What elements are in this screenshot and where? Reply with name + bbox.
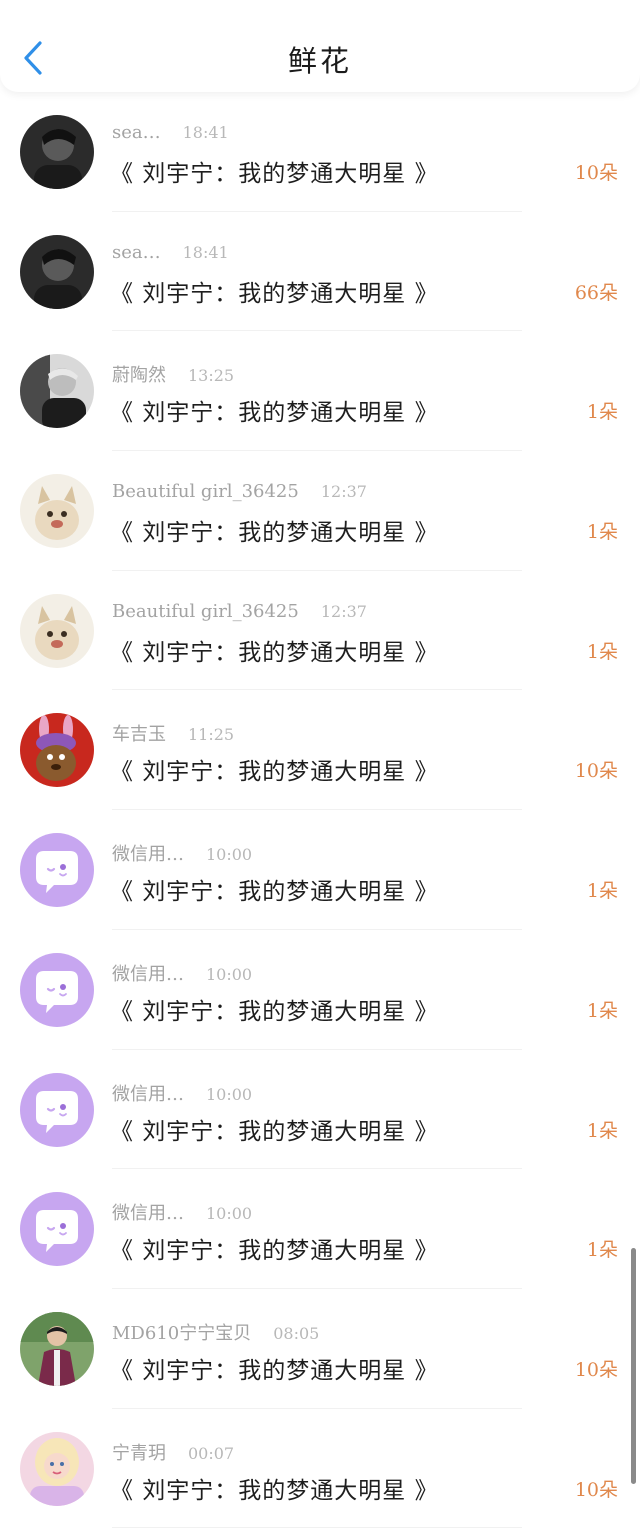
user-name: 蔚陶然: [112, 365, 166, 387]
user-name: sea…: [112, 122, 161, 143]
flower-count: 1朵: [586, 401, 618, 424]
timestamp: 08:05: [273, 1323, 320, 1343]
timestamp: 10:00: [206, 1084, 253, 1104]
scrollbar[interactable]: [631, 1248, 636, 1484]
timestamp: 10:00: [206, 964, 253, 984]
user-meta: 微信用… 10:00: [112, 1199, 253, 1225]
list-item[interactable]: 微信用… 10:00 《 刘宇宁：我的梦通大明星 》 1朵: [0, 1169, 640, 1289]
user-name: MD610宁宁宝贝: [112, 1322, 252, 1344]
user-meta: sea… 18:41: [112, 242, 229, 266]
timestamp: 10:00: [206, 1204, 253, 1224]
timestamp: 18:41: [182, 242, 229, 262]
timestamp: 12:37: [320, 601, 367, 621]
list-item[interactable]: 微信用… 10:00 《 刘宇宁：我的梦通大明星 》 1朵: [0, 930, 640, 1050]
avatar[interactable]: [20, 713, 94, 788]
flower-count: 1朵: [586, 521, 618, 544]
flower-count: 66朵: [574, 281, 618, 304]
flower-list: sea… 18:41 《 刘宇宁：我的梦通大明星 》 10朵 sea… 18:41 …: [0, 92, 640, 1529]
list-item[interactable]: 车吉玉 11:25 《 刘宇宁：我的梦通大明星 》 10朵: [0, 690, 640, 811]
book-title: 《 刘宇宁：我的梦通大明星 》: [110, 639, 439, 666]
book-title: 《 刘宇宁：我的梦通大明星 》: [110, 1477, 439, 1504]
user-meta: 微信用… 10:00: [112, 960, 253, 985]
book-title: 《 刘宇宁：我的梦通大明星 》: [110, 1118, 439, 1145]
user-name: Beautiful girl_36425: [112, 481, 299, 503]
list-item[interactable]: 蔚陶然 13:25 《 刘宇宁：我的梦通大明星 》 1朵: [0, 331, 640, 452]
user-name: 微信用…: [112, 963, 184, 985]
avatar[interactable]: [20, 115, 94, 189]
flower-count: 1朵: [586, 1119, 618, 1142]
avatar[interactable]: [20, 234, 94, 309]
timestamp: 12:37: [320, 482, 367, 502]
user-meta: 车吉玉 11:25: [112, 720, 235, 746]
avatar[interactable]: [20, 474, 94, 549]
book-title: 《 刘宇宁：我的梦通大明星 》: [110, 520, 439, 547]
user-name: 微信用…: [112, 1083, 184, 1105]
flower-count: 10朵: [574, 760, 618, 783]
avatar[interactable]: [20, 1192, 94, 1267]
list-item[interactable]: sea… 18:41 《 刘宇宁：我的梦通大明星 》 66朵: [0, 212, 640, 332]
book-title: 《 刘宇宁：我的梦通大明星 》: [110, 1238, 439, 1265]
user-name: 车吉玉: [112, 724, 166, 746]
avatar[interactable]: [20, 952, 94, 1027]
book-title: 《 刘宇宁：我的梦通大明星 》: [110, 879, 439, 906]
user-meta: MD610宁宁宝贝 08:05: [112, 1319, 320, 1344]
avatar[interactable]: [20, 1431, 94, 1506]
avatar[interactable]: [20, 833, 94, 908]
flower-count: 10朵: [574, 1478, 618, 1501]
header-bar: 鲜花: [0, 0, 640, 92]
page: 鲜花 sea… 18:41 《 刘宇宁：我的梦通大明星 》 10朵 sea… 18:…: [0, 0, 640, 1531]
book-title: 《 刘宇宁：我的梦通大明星 》: [110, 1357, 439, 1384]
user-meta: 微信用… 10:00: [112, 1080, 253, 1105]
user-name: 微信用…: [112, 844, 184, 866]
user-meta: Beautiful girl_36425 12:37: [112, 481, 367, 505]
list-item[interactable]: sea… 18:41 《 刘宇宁：我的梦通大明星 》 10朵: [0, 92, 640, 212]
book-title: 《 刘宇宁：我的梦通大明星 》: [110, 161, 439, 187]
book-title: 《 刘宇宁：我的梦通大明星 》: [110, 280, 439, 307]
timestamp: 10:00: [206, 845, 253, 865]
divider: [112, 1527, 522, 1529]
flower-count: 1朵: [586, 640, 618, 663]
avatar[interactable]: [20, 593, 94, 668]
avatar[interactable]: [20, 1311, 94, 1386]
timestamp: 00:07: [188, 1443, 235, 1463]
user-meta: 微信用… 10:00: [112, 840, 253, 866]
timestamp: 11:25: [188, 725, 235, 745]
user-name: 宁青玥: [112, 1442, 166, 1464]
user-name: 微信用…: [112, 1203, 184, 1225]
avatar[interactable]: [20, 354, 94, 429]
page-title: 鲜花: [287, 44, 352, 78]
flower-count: 1朵: [586, 999, 618, 1022]
user-name: Beautiful girl_36425: [112, 600, 299, 622]
list-item[interactable]: MD610宁宁宝贝 08:05 《 刘宇宁：我的梦通大明星 》 10朵: [0, 1289, 640, 1409]
list-item[interactable]: Beautiful girl_36425 12:37 《 刘宇宁：我的梦通大明星 …: [0, 571, 640, 691]
list-item[interactable]: Beautiful girl_36425 12:37 《 刘宇宁：我的梦通大明星 …: [0, 451, 640, 571]
book-title: 《 刘宇宁：我的梦通大明星 》: [110, 998, 439, 1025]
timestamp: 18:41: [182, 123, 229, 142]
list-item[interactable]: 微信用… 10:00 《 刘宇宁：我的梦通大明星 》 1朵: [0, 810, 640, 930]
user-meta: 蔚陶然 13:25: [112, 361, 235, 387]
user-meta: 宁青玥 00:07: [112, 1439, 235, 1464]
book-title: 《 刘宇宁：我的梦通大明星 》: [110, 759, 439, 786]
user-name: sea…: [112, 241, 161, 263]
flower-count: 10朵: [574, 162, 618, 184]
book-title: 《 刘宇宁：我的梦通大明星 》: [110, 400, 439, 427]
user-meta: sea… 18:41: [112, 122, 229, 146]
list-item[interactable]: 微信用… 10:00 《 刘宇宁：我的梦通大明星 》 1朵: [0, 1050, 640, 1170]
flower-count: 1朵: [586, 880, 618, 903]
user-meta: Beautiful girl_36425 12:37: [112, 601, 367, 625]
list-item[interactable]: 宁青玥 00:07 《 刘宇宁：我的梦通大明星 》 10朵: [0, 1409, 640, 1529]
avatar[interactable]: [20, 1072, 94, 1147]
timestamp: 13:25: [188, 366, 235, 386]
flower-count: 10朵: [574, 1358, 618, 1381]
flower-count: 1朵: [586, 1239, 618, 1262]
